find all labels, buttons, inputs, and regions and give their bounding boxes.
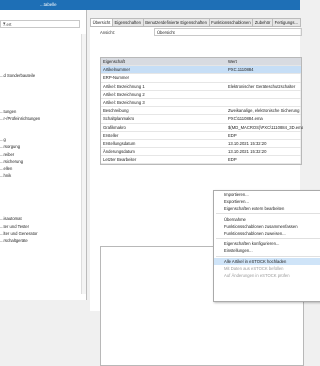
property-value: Elektronischer Geräteschutzschalter (228, 83, 296, 89)
tree-item[interactable] (0, 208, 86, 215)
menu-item[interactable]: Funktionsschablonen zusammenfassen (214, 223, 320, 230)
tree-item[interactable] (0, 273, 86, 280)
tree-item[interactable]: ...g (0, 136, 86, 143)
grid-header: Eigenschaft Wert (101, 58, 303, 67)
table-row[interactable]: Ersteller EDP (101, 132, 301, 140)
table-row[interactable]: Artikel: Bezeichnung 1 Elektronischer Ger… (101, 83, 301, 91)
property-name: Änderungsdatum (103, 149, 135, 155)
tree-item[interactable] (0, 266, 86, 273)
tree-item[interactable] (0, 287, 86, 294)
ansicht-label: Ansicht: (100, 30, 115, 35)
tree-item[interactable] (0, 50, 86, 57)
property-value: PXC\1110884.ema (228, 116, 263, 122)
menu-item[interactable]: Eigenschaften extern bearbeiten (214, 205, 320, 212)
tree-item[interactable] (0, 187, 86, 194)
property-value: EDP (228, 132, 237, 138)
property-name: Artikel: Bezeichnung 3 (103, 99, 145, 105)
table-row[interactable]: Änderungsdatum 13.10.2021 15:32:20 (101, 148, 301, 157)
property-value: 13.10.2021 15:32:20 (228, 149, 267, 155)
property-value: 13.10.2021 15:32:20 (228, 140, 267, 146)
menu-item[interactable]: Einstellungen... (214, 247, 320, 254)
table-row[interactable]: Schaltplanmakro PXC\1110884.ema (101, 115, 301, 124)
tree-item[interactable] (0, 194, 86, 201)
ansicht-select[interactable]: Übersicht (154, 28, 302, 36)
tree-item[interactable] (0, 258, 86, 265)
tree-item[interactable] (0, 294, 86, 301)
table-row[interactable]: Beschreibung Zweikanalige, elektronische … (101, 107, 301, 116)
property-name: Artikel: Bezeichnung 1 (103, 83, 145, 89)
header-eigenschaft[interactable]: Eigenschaft (103, 58, 223, 65)
tab-bar: Übersicht Eigenschaften Benutzerdefinierte… (90, 18, 301, 27)
properties-grid: Eigenschaft Wert Artikelnummer PXC.1110884 E… (100, 57, 303, 166)
navigation-panel: ...ert ▾ ...d Sonderbauteile ...tungen...… (0, 10, 87, 300)
table-row[interactable]: Letzter Bearbeiter EDP (101, 156, 301, 165)
window-title: ...tabelle (40, 2, 57, 7)
tree-item[interactable] (0, 100, 86, 107)
tree-item[interactable] (0, 302, 86, 309)
menu-item[interactable]: Eigenschaften konfigurieren... (214, 240, 320, 247)
tree-item[interactable] (0, 64, 86, 71)
menu-item[interactable]: Alle Artikel in eSTOCK hochladen (214, 257, 320, 265)
property-value: Zweikanalige, elektronische Sicherung (228, 108, 300, 114)
menu-item[interactable]: Funktionsschablonen zuweisen... (214, 230, 320, 237)
property-name: ERP-Nummer (103, 75, 130, 81)
menu-item[interactable]: Importieren... (214, 191, 320, 198)
tree-item[interactable]: ...ter und Tester (0, 223, 86, 230)
tree-item[interactable]: ...r-/Prüfeinrichtungen (0, 115, 86, 122)
table-row[interactable]: Erstellungsdatum 13.10.2021 15:32:20 (101, 140, 301, 149)
tree-item[interactable]: ...rsorgung (0, 143, 86, 150)
header-wert[interactable]: Wert (228, 58, 303, 65)
tree-item[interactable]: ...reiber (0, 151, 86, 158)
tree-item[interactable] (0, 244, 86, 251)
property-value: EDP (228, 157, 237, 163)
table-row[interactable]: ERP-Nummer (101, 74, 301, 83)
property-name: Ersteller (103, 132, 119, 138)
tree-scrollbar[interactable] (81, 34, 86, 294)
menu-separator (216, 238, 320, 240)
menu-item: Auf Änderungen in eSTOCK prüfen (224, 273, 290, 279)
tree-item[interactable] (0, 86, 86, 93)
tree-item[interactable]: ...rschaltgeräte (0, 237, 86, 244)
tree-item[interactable]: ...tungen (0, 108, 86, 115)
tree-item[interactable]: ...hnik (0, 172, 86, 179)
tree-item[interactable]: ...rsicherung (0, 158, 86, 165)
tree-item[interactable]: ...ellen (0, 165, 86, 172)
chevron-down-icon: ▾ (3, 21, 6, 27)
property-value: $(MD_MACROS)\PXC\1110884_3D.ema (228, 124, 303, 130)
tree-item[interactable]: ...d Sonderbauteile (0, 72, 86, 79)
tree-item[interactable] (0, 93, 86, 100)
tree-item[interactable] (0, 201, 86, 208)
tree-view[interactable]: ...d Sonderbauteile ...tungen ...r-/Prüfei… (0, 50, 86, 309)
menu-item[interactable]: Übernahme (214, 216, 320, 223)
menu-separator (216, 213, 320, 215)
menu-item: Mit Daten aus eSTOCK befüllen (224, 265, 284, 271)
property-name: Erstellungsdatum (103, 140, 136, 146)
property-name: Artikelnummer (103, 67, 130, 73)
filter-combobox[interactable]: ...ert ▾ (0, 20, 80, 28)
tree-item[interactable] (0, 280, 86, 287)
table-row[interactable]: Artikelnummer PXC.1110884 (101, 66, 301, 75)
property-name: Schaltplanmakro (103, 116, 135, 122)
table-row[interactable]: Artikel: Bezeichnung 3 (101, 99, 301, 108)
tree-item[interactable] (0, 57, 86, 64)
tree-item[interactable] (0, 122, 86, 129)
menu-separator (216, 255, 320, 257)
menu-item[interactable]: Exportieren... (214, 198, 320, 205)
tree-item[interactable] (0, 79, 86, 86)
tree-item[interactable] (0, 251, 86, 258)
title-bar: ...tabelle (0, 0, 300, 10)
tree-item[interactable] (0, 129, 86, 136)
property-name: Beschreibung (103, 108, 129, 114)
table-row[interactable]: Artikel: Bezeichnung 2 (101, 91, 301, 99)
property-name: Artikel: Bezeichnung 2 (103, 91, 145, 97)
property-name: Grafikmakro (103, 124, 126, 130)
property-name: Letzter Bearbeiter (103, 157, 137, 163)
table-row[interactable]: Grafikmakro $(MD_MACROS)\PXC\1110884_3D.e… (101, 124, 303, 132)
tree-item[interactable] (0, 179, 86, 186)
context-menu: Importieren... Exportieren... Eigenschafte… (213, 190, 320, 302)
tree-item[interactable]: ...isautomat (0, 215, 86, 222)
tree-item[interactable]: ...lter und Generator (0, 230, 86, 237)
property-value: PXC.1110884 (228, 67, 254, 73)
